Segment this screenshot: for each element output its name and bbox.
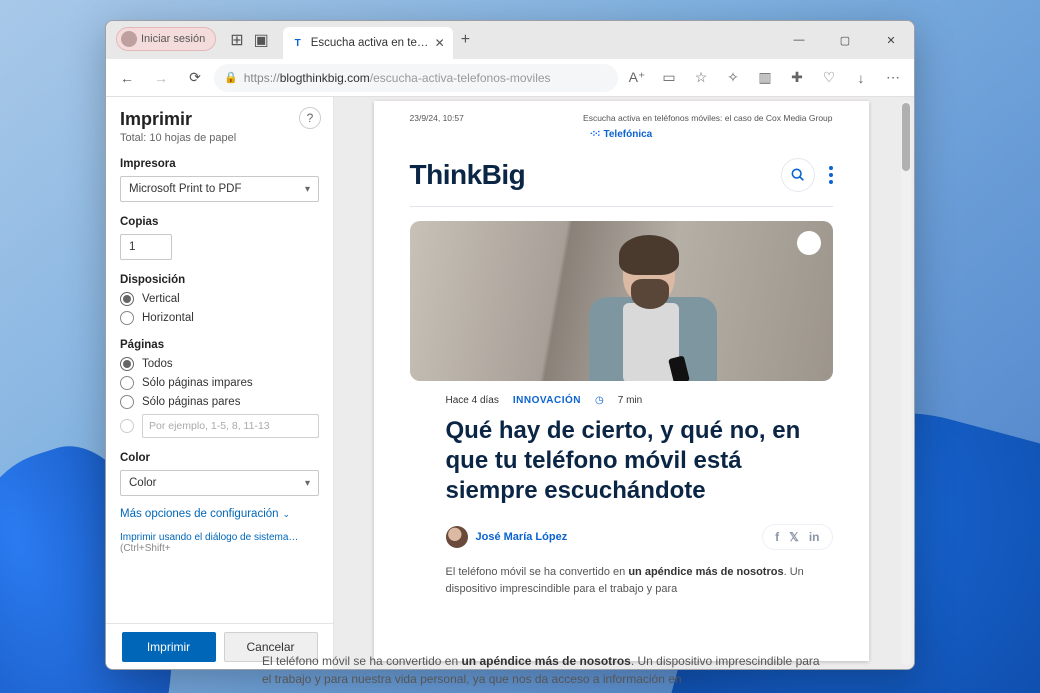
chevron-down-icon: ⌄ xyxy=(283,509,291,520)
color-value: Color xyxy=(129,477,156,489)
layout-radio-horizontal[interactable]: Horizontal xyxy=(120,311,319,325)
sheet-date: 23/9/24, 10:57 xyxy=(410,113,464,123)
radio-icon xyxy=(120,419,134,433)
more-settings-link[interactable]: Más opciones de configuración ⌄ xyxy=(120,508,319,520)
refresh-button[interactable]: ⟳ xyxy=(180,63,210,93)
enhance-icon[interactable]: ▭ xyxy=(654,63,684,93)
url-field[interactable]: 🔒 https://blogthinkbig.com/escucha-activ… xyxy=(214,64,618,92)
preview-scrollbar[interactable] xyxy=(901,101,911,665)
pages-label: Páginas xyxy=(120,339,319,351)
print-sidebar: ? Imprimir Total: 10 hojas de papel Impr… xyxy=(106,97,334,669)
system-dialog-link[interactable]: Imprimir usando el diálogo de sistema… (… xyxy=(120,532,319,554)
pages-radio-custom[interactable]: Por ejemplo, 1-5, 8, 11-13 xyxy=(120,414,319,438)
hero-image xyxy=(410,221,833,381)
radio-icon xyxy=(120,395,134,409)
help-icon[interactable]: ? xyxy=(299,107,321,129)
author-link[interactable]: José María López xyxy=(446,526,568,548)
tab-groups-icon[interactable]: ▣ xyxy=(254,30,269,50)
radio-icon xyxy=(120,376,134,390)
radio-selected-icon xyxy=(120,292,134,306)
menu-icon[interactable] xyxy=(829,166,833,184)
share-buttons: f 𝕏 in xyxy=(762,524,832,550)
pages-radio-even[interactable]: Sólo páginas pares xyxy=(120,395,319,409)
search-icon[interactable] xyxy=(781,158,815,192)
url-path: /escucha-activa-telefonos-moviles xyxy=(370,71,551,85)
article-meta: Hace 4 días INNOVACIÓN ◷ 7 min xyxy=(410,395,833,406)
chevron-down-icon: ▾ xyxy=(305,478,310,489)
meta-readtime: 7 min xyxy=(618,395,642,406)
printer-select[interactable]: Microsoft Print to PDF ▾ xyxy=(120,176,319,202)
printer-label: Impresora xyxy=(120,158,319,170)
article-body: El teléfono móvil se ha convertido en un… xyxy=(410,564,833,597)
clock-icon: ◷ xyxy=(595,395,604,406)
author-avatar xyxy=(446,526,468,548)
favicon-icon: T xyxy=(291,36,305,50)
maximize-button[interactable]: ▢ xyxy=(822,21,868,59)
meta-time: Hace 4 días xyxy=(446,395,499,406)
sign-in-label: Iniciar sesión xyxy=(141,33,205,45)
print-preview: 23/9/24, 10:57 Escucha activa en teléfon… xyxy=(334,97,914,669)
print-button[interactable]: Imprimir xyxy=(122,632,216,662)
print-total: Total: 10 hojas de papel xyxy=(120,132,319,144)
preview-page: 23/9/24, 10:57 Escucha activa en teléfon… xyxy=(374,101,869,661)
linkedin-icon[interactable]: in xyxy=(809,530,820,544)
url-host: blogthinkbig.com xyxy=(280,71,370,85)
performance-icon[interactable]: ♡ xyxy=(814,63,844,93)
hero-badge xyxy=(797,231,821,255)
pages-radio-odd[interactable]: Sólo páginas impares xyxy=(120,376,319,390)
meta-category: INNOVACIÓN xyxy=(513,395,581,406)
radio-selected-icon xyxy=(120,357,134,371)
favorite-icon[interactable]: ☆ xyxy=(686,63,716,93)
lock-icon: 🔒 xyxy=(224,71,238,84)
titlebar: Iniciar sesión ⊞ ▣ T Escucha activa en t… xyxy=(106,21,914,59)
copies-value: 1 xyxy=(129,241,135,253)
back-button[interactable]: ← xyxy=(112,63,142,93)
tab-title: Escucha activa en teléfonos móv xyxy=(311,37,429,49)
color-label: Color xyxy=(120,452,319,464)
scrollbar-thumb[interactable] xyxy=(902,103,910,171)
browser-window: Iniciar sesión ⊞ ▣ T Escucha activa en t… xyxy=(105,20,915,670)
minimize-button[interactable]: — xyxy=(776,21,822,59)
read-aloud-icon[interactable]: A⁺ xyxy=(622,63,652,93)
workspaces-icon[interactable]: ⊞ xyxy=(230,30,243,50)
extensions-icon[interactable]: ✚ xyxy=(782,63,812,93)
window-controls: — ▢ ✕ xyxy=(776,21,914,59)
pages-custom-input[interactable]: Por ejemplo, 1-5, 8, 11-13 xyxy=(142,414,319,438)
address-bar: ← → ⟳ 🔒 https://blogthinkbig.com/escucha… xyxy=(106,59,914,97)
url-protocol: https:// xyxy=(244,71,280,85)
print-title: Imprimir xyxy=(120,109,319,130)
forward-button: → xyxy=(146,63,176,93)
article-title: Qué hay de cierto, y qué no, en que tu t… xyxy=(410,416,833,506)
avatar-icon xyxy=(121,31,137,47)
page-text-overflow: El teléfono móvil se ha convertido en un… xyxy=(262,652,822,688)
layout-radio-vertical[interactable]: Vertical xyxy=(120,292,319,306)
collections-icon[interactable]: ▥ xyxy=(750,63,780,93)
new-tab-button[interactable]: + xyxy=(453,21,478,59)
site-brand: ThinkBig xyxy=(410,159,526,191)
facebook-icon[interactable]: f xyxy=(775,530,779,544)
browser-tab[interactable]: T Escucha activa en teléfonos móv ✕ xyxy=(283,27,453,59)
sheet-header: Escucha activa en teléfonos móviles: el … xyxy=(583,113,832,123)
downloads-icon[interactable]: ↓ xyxy=(846,63,876,93)
color-select[interactable]: Color ▾ xyxy=(120,470,319,496)
copies-input[interactable]: 1 xyxy=(120,234,172,260)
author-name: José María López xyxy=(476,531,568,543)
printer-value: Microsoft Print to PDF xyxy=(129,183,241,195)
sign-in-chip[interactable]: Iniciar sesión xyxy=(116,27,216,51)
telefonica-logo: ⁖⁖ Telefónica xyxy=(410,129,833,140)
more-icon[interactable]: ⋯ xyxy=(878,63,908,93)
layout-label: Disposición xyxy=(120,274,319,286)
tab-actions: ⊞ ▣ xyxy=(222,21,277,59)
radio-icon xyxy=(120,311,134,325)
x-icon[interactable]: 𝕏 xyxy=(789,530,799,544)
pages-radio-all[interactable]: Todos xyxy=(120,357,319,371)
tab-close-icon[interactable]: ✕ xyxy=(435,36,445,50)
close-button[interactable]: ✕ xyxy=(868,21,914,59)
copies-label: Copias xyxy=(120,216,319,228)
chevron-down-icon: ▾ xyxy=(305,184,310,195)
sync-icon[interactable]: ✧ xyxy=(718,63,748,93)
